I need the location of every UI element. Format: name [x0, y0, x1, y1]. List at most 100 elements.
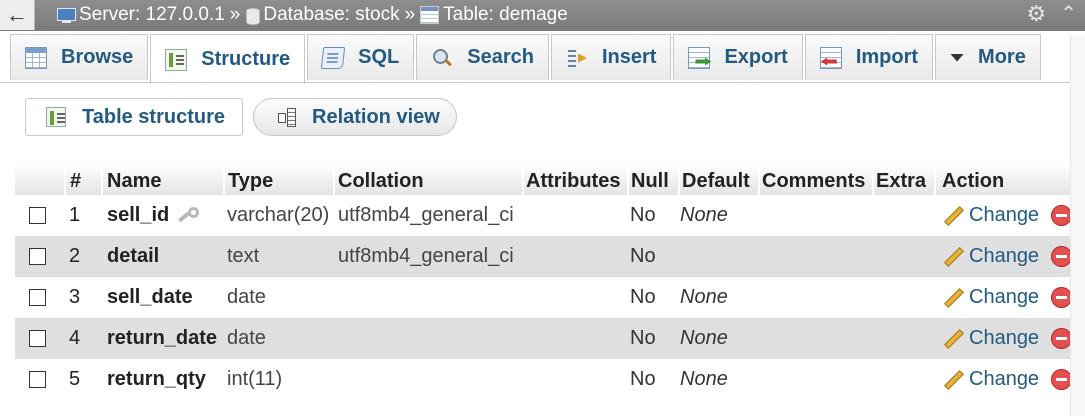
- column-default: None: [680, 204, 728, 226]
- row-number: 2: [69, 245, 81, 267]
- row-checkbox[interactable]: [29, 330, 46, 347]
- header-number: #: [66, 166, 103, 195]
- relation-view-button[interactable]: Relation view: [253, 98, 457, 136]
- header-type: Type: [225, 166, 335, 195]
- column-name: sell_date: [107, 286, 193, 308]
- back-button[interactable]: ←: [0, 0, 35, 30]
- change-label: Change: [969, 204, 1040, 226]
- structure-icon: [165, 48, 188, 71]
- column-type: text: [227, 245, 260, 267]
- column-null: No: [630, 327, 656, 349]
- column-name-label: sell_id: [107, 204, 170, 226]
- action-cell: Change: [936, 286, 1085, 309]
- header-default: Default: [680, 166, 760, 195]
- table-row: 5 return_qty int(11) No None Change: [15, 359, 1085, 400]
- browse-icon: [25, 46, 47, 69]
- breadcrumb-server-label[interactable]: Server: 127.0.0.1: [79, 4, 225, 26]
- row-checkbox-cell: [15, 207, 66, 224]
- tab-structure[interactable]: Structure: [150, 34, 306, 84]
- row-checkbox[interactable]: [29, 207, 46, 224]
- tab-divider: [0, 82, 1085, 83]
- relation-icon: [276, 107, 296, 127]
- import-icon: [819, 46, 842, 69]
- row-checkbox-cell: [15, 371, 66, 388]
- column-name: return_qty: [107, 368, 206, 390]
- tab-insert[interactable]: Insert: [551, 34, 672, 80]
- tab-import[interactable]: Import: [804, 34, 934, 80]
- tab-more[interactable]: More: [935, 34, 1041, 80]
- column-type: varchar(20): [227, 204, 330, 226]
- breadcrumb-server[interactable]: Server: 127.0.0.1: [56, 4, 225, 26]
- column-null: No: [630, 204, 656, 226]
- row-checkbox[interactable]: [29, 248, 46, 265]
- row-checkbox-cell: [15, 330, 66, 347]
- column-name: detail: [107, 245, 160, 267]
- header-comments: Comments: [760, 166, 874, 195]
- pencil-icon: [942, 369, 964, 391]
- tab-export-label: Export: [724, 46, 788, 68]
- breadcrumb-database-label[interactable]: Database: stock: [263, 4, 399, 26]
- tab-more-label: More: [978, 46, 1026, 68]
- change-link[interactable]: Change: [942, 286, 1039, 309]
- back-arrow-icon: ←: [6, 2, 28, 27]
- drop-icon[interactable]: [1051, 369, 1073, 390]
- breadcrumb-database[interactable]: Database: stock: [245, 4, 400, 26]
- gear-icon[interactable]: ⚙: [1027, 3, 1047, 25]
- table-header: # Name Type Collation Attributes Null De…: [15, 166, 1085, 195]
- tab-search[interactable]: Search: [416, 34, 549, 80]
- caret-down-icon: [950, 47, 964, 69]
- tab-sql-label: SQL: [358, 46, 400, 68]
- vertical-scrollbar[interactable]: [1070, 36, 1085, 416]
- tab-export[interactable]: Export: [673, 34, 803, 80]
- column-type: date: [227, 327, 266, 349]
- change-link[interactable]: Change: [942, 368, 1039, 391]
- table-row: 1 sell_id varchar(20) utf8mb4_general_ci…: [15, 195, 1085, 236]
- drop-icon[interactable]: [1051, 287, 1073, 308]
- row-number: 4: [69, 327, 81, 349]
- header-collation: Collation: [335, 166, 524, 195]
- tab-structure-label: Structure: [201, 48, 291, 70]
- breadcrumb-table-label[interactable]: Table: demage: [443, 4, 568, 26]
- table-row: 4 return_date date No None Change: [15, 318, 1085, 359]
- change-label: Change: [969, 286, 1040, 308]
- tab-sql[interactable]: SQL: [307, 34, 415, 80]
- tab-browse-label: Browse: [61, 46, 134, 68]
- relation-view-label: Relation view: [312, 105, 440, 128]
- column-default: None: [680, 368, 728, 390]
- drop-icon[interactable]: [1051, 205, 1073, 226]
- structure-table: # Name Type Collation Attributes Null De…: [15, 166, 1085, 400]
- column-null: No: [630, 368, 656, 390]
- search-icon: [431, 47, 453, 69]
- table-structure-button[interactable]: Table structure: [25, 98, 243, 136]
- header-checkbox-col: [15, 166, 66, 195]
- drop-icon[interactable]: [1051, 246, 1073, 267]
- column-null: No: [630, 286, 656, 308]
- row-checkbox[interactable]: [29, 289, 46, 306]
- row-checkbox-cell: [15, 248, 66, 265]
- collapse-icon[interactable]: ⌃: [1060, 4, 1077, 24]
- export-icon: [688, 46, 711, 69]
- change-link[interactable]: Change: [942, 204, 1039, 227]
- row-checkbox[interactable]: [29, 371, 46, 388]
- topbar-controls: ⚙ ⌃: [1027, 3, 1078, 25]
- row-number: 1: [69, 204, 81, 226]
- change-link[interactable]: Change: [942, 327, 1039, 350]
- column-null: No: [630, 245, 656, 267]
- header-attributes: Attributes: [524, 166, 629, 195]
- column-name: sell_id: [103, 204, 225, 227]
- change-link[interactable]: Change: [942, 245, 1039, 268]
- top-bar: ← Server: 127.0.0.1 » Database: stock » …: [0, 0, 1085, 31]
- column-default: None: [680, 327, 728, 349]
- structure-icon: [46, 107, 66, 127]
- tab-browse[interactable]: Browse: [10, 34, 149, 80]
- drop-icon[interactable]: [1051, 328, 1073, 349]
- header-null: Null: [629, 166, 680, 195]
- table-icon: [420, 6, 440, 24]
- row-checkbox-cell: [15, 289, 66, 306]
- server-icon: [56, 7, 76, 23]
- action-cell: Change: [936, 327, 1085, 350]
- header-name: Name: [103, 166, 225, 195]
- column-default: None: [680, 286, 728, 308]
- breadcrumb-table[interactable]: Table: demage: [420, 4, 568, 26]
- database-icon: [245, 7, 261, 25]
